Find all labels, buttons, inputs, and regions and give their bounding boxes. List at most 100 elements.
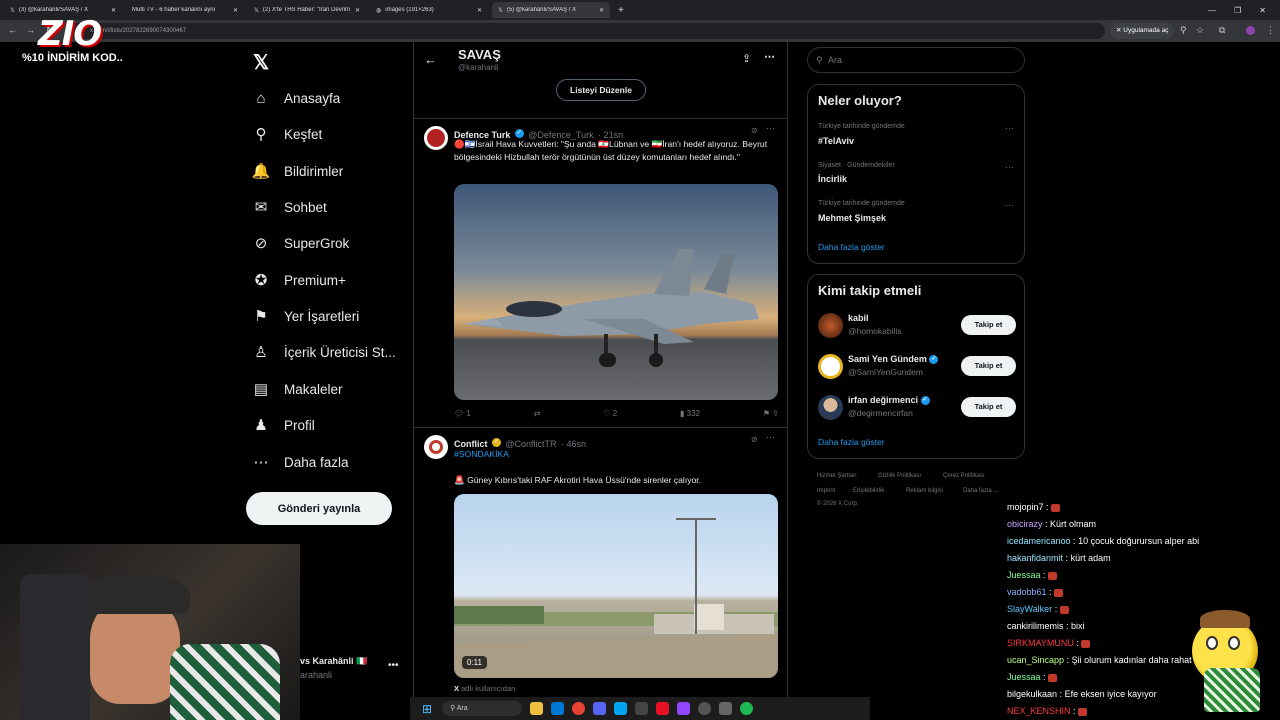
trends-show-more[interactable]: Daha fazla göster	[818, 242, 885, 252]
trend-topic[interactable]: İncirlik	[818, 174, 847, 184]
file-explorer-icon[interactable]	[530, 702, 544, 715]
nav-item-label: Premium+	[284, 272, 346, 288]
nav-item-supergrok[interactable]: ⊘ SuperGrok	[252, 234, 350, 252]
open-in-app-chip[interactable]: ✕ Uygulamada aç	[1110, 23, 1175, 39]
follow-avatar[interactable]	[818, 395, 843, 420]
follow-name[interactable]: kabil	[848, 313, 869, 323]
footer-link[interactable]: Reklam bilgisi	[906, 488, 943, 494]
follow-button[interactable]: Takip et	[961, 315, 1016, 335]
tweet-video[interactable]: 0:11	[454, 494, 778, 678]
edit-list-button[interactable]: Listeyi Düzenle	[556, 79, 646, 101]
tweet-avatar[interactable]	[424, 126, 448, 150]
footer-link[interactable]: Imprint	[817, 488, 835, 494]
views-button[interactable]: ▮ 332	[680, 409, 700, 418]
twitch-icon[interactable]	[677, 702, 691, 715]
minimize-icon[interactable]: —	[1208, 6, 1216, 15]
trend-topic[interactable]: Mehmet Şimşek	[818, 213, 886, 223]
tweet-more-icon[interactable]: ⋯	[766, 432, 775, 443]
x-logo-icon[interactable]: 𝕏	[253, 50, 269, 75]
follow-avatar[interactable]	[818, 354, 843, 379]
zoom-icon[interactable]: ⚲	[1180, 26, 1187, 35]
spotify-icon[interactable]	[740, 702, 754, 715]
back-icon[interactable]: ←	[8, 26, 17, 35]
obs-icon[interactable]	[698, 702, 712, 715]
close-window-icon[interactable]: ✕	[1259, 6, 1266, 15]
trend-more-icon[interactable]: ⋯	[1005, 123, 1014, 134]
follow-button[interactable]: Takip et	[961, 356, 1016, 376]
store-icon[interactable]	[614, 702, 628, 715]
new-tab-icon[interactable]: +	[618, 5, 624, 16]
like-button[interactable]: ♡ 2	[603, 409, 617, 418]
chat-username: Juessaa	[1007, 570, 1041, 580]
browser-tab[interactable]: 𝕏 (2) X'te THS Haber: "İran Devrim ✕	[248, 2, 366, 18]
nav-item-yer-i-şaretleri[interactable]: ⚑ Yer İşaretleri	[252, 307, 359, 325]
close-icon[interactable]: ✕	[233, 7, 238, 14]
browser-tab[interactable]: Multi TV - 6 haber kanalını aynı ✕	[126, 2, 244, 18]
star-icon[interactable]: ☆	[1196, 26, 1204, 35]
tweet-avatar[interactable]	[424, 435, 448, 459]
close-icon[interactable]: ✕	[599, 7, 604, 14]
tweet[interactable]: Conflict ✓ @ConflictTR · 46sn ⊘ ⋯ #SONDA…	[414, 428, 787, 704]
account-name[interactable]: vs Karahânli 🇮🇹	[300, 656, 367, 667]
tweet[interactable]: Defence Turk ✓ @Defence_Turk · 21sn ⊘ ⋯ …	[414, 118, 787, 428]
tweet-time[interactable]: · 46sn	[561, 439, 586, 449]
search-input[interactable]: ⚲ Ara	[807, 47, 1025, 73]
account-more-icon[interactable]: •••	[388, 660, 399, 671]
nav-item-i-çerik-üreticisi-st[interactable]: ♙ İçerik Üreticisi St...	[252, 343, 396, 361]
share-icon[interactable]: ⇪	[742, 52, 751, 65]
post-button[interactable]: Gönderi yayınla	[246, 492, 392, 525]
browser-tab[interactable]: ◍ images (191×263) ✕	[370, 2, 488, 18]
follow-name-row[interactable]: irfan değirmenci ✓	[848, 395, 930, 406]
windows-start-icon[interactable]: ⊞	[422, 702, 432, 716]
nav-item-daha-fazla[interactable]: ⋯ Daha fazla	[252, 453, 349, 471]
nav-item-keşfet[interactable]: ⚲ Keşfet	[252, 125, 323, 143]
address-bar[interactable]: x.com/i/lists/2027822690074300467	[70, 23, 1105, 39]
close-icon[interactable]: ✕	[477, 7, 482, 14]
grok-icon[interactable]: ⊘	[751, 126, 758, 135]
jet-photo[interactable]	[454, 184, 778, 400]
close-icon[interactable]: ✕	[111, 7, 116, 14]
profile-avatar[interactable]	[1246, 26, 1255, 35]
app-icon[interactable]	[719, 702, 733, 715]
trend-more-icon[interactable]: ⋯	[1005, 162, 1014, 173]
footer-link[interactable]: Daha fazla ...	[963, 488, 998, 494]
forward-icon[interactable]: →	[26, 26, 35, 35]
menu-icon[interactable]: ⋮	[1266, 26, 1275, 35]
repost-button[interactable]: ⇄	[534, 409, 541, 418]
discord-icon[interactable]	[593, 702, 607, 715]
who-to-follow-show-more[interactable]: Daha fazla göster	[818, 437, 885, 447]
reply-button[interactable]: 💬︎ 1	[454, 409, 471, 418]
more-icon[interactable]: ⋯	[764, 50, 775, 63]
grok-icon[interactable]: ⊘	[751, 435, 758, 444]
chat-username: NEX_KENSHIN	[1007, 706, 1071, 716]
tweet-author-handle[interactable]: @ConflictTR	[505, 439, 556, 449]
footer-link[interactable]: Erişilebilirlik	[853, 488, 884, 494]
footer-link[interactable]: Gizlilik Politikası	[878, 473, 921, 479]
nav-item-bildirimler[interactable]: 🔔 Bildirimler	[252, 162, 344, 180]
nav-item-sohbet[interactable]: ✉ Sohbet	[252, 198, 327, 216]
trend-topic[interactable]: #TelAviv	[818, 136, 854, 146]
footer-link[interactable]: Çerez Politikası	[943, 473, 985, 479]
tweet-hashtag[interactable]: #SONDAKİKA	[454, 448, 509, 461]
follow-avatar[interactable]	[818, 313, 843, 338]
tweet-more-icon[interactable]: ⋯	[766, 123, 775, 134]
restore-icon[interactable]: ❐	[1234, 6, 1241, 15]
nav-item-makaleler[interactable]: ▤ Makaleler	[252, 380, 343, 398]
trend-more-icon[interactable]: ⋯	[1005, 200, 1014, 211]
taskbar-search[interactable]: ⚲ Ara	[442, 701, 523, 716]
app-icon[interactable]	[635, 702, 649, 715]
follow-name-row[interactable]: Sami Yen Gündem ✓	[848, 354, 939, 365]
nav-item-profil[interactable]: ♟ Profil	[252, 416, 315, 434]
nav-item-premium[interactable]: ✪ Premium+	[252, 271, 346, 289]
bookmark-icon[interactable]: ⚑ ⇪	[763, 409, 779, 418]
app-icon[interactable]	[656, 702, 670, 715]
nav-item-anasayfa[interactable]: ⌂ Anasayfa	[252, 89, 340, 107]
close-icon[interactable]: ✕	[355, 7, 360, 14]
chrome-icon[interactable]	[572, 702, 586, 715]
browser-tab-active[interactable]: 𝕏 (5) @karahanli/SAVAŞ / X ✕	[492, 2, 610, 18]
extensions-icon[interactable]: ⧉	[1219, 26, 1225, 35]
edge-icon[interactable]	[551, 702, 565, 715]
footer-link[interactable]: Hizmet Şartları	[817, 473, 857, 479]
back-arrow-icon[interactable]: ←	[424, 52, 437, 67]
follow-button[interactable]: Takip et	[961, 397, 1016, 417]
